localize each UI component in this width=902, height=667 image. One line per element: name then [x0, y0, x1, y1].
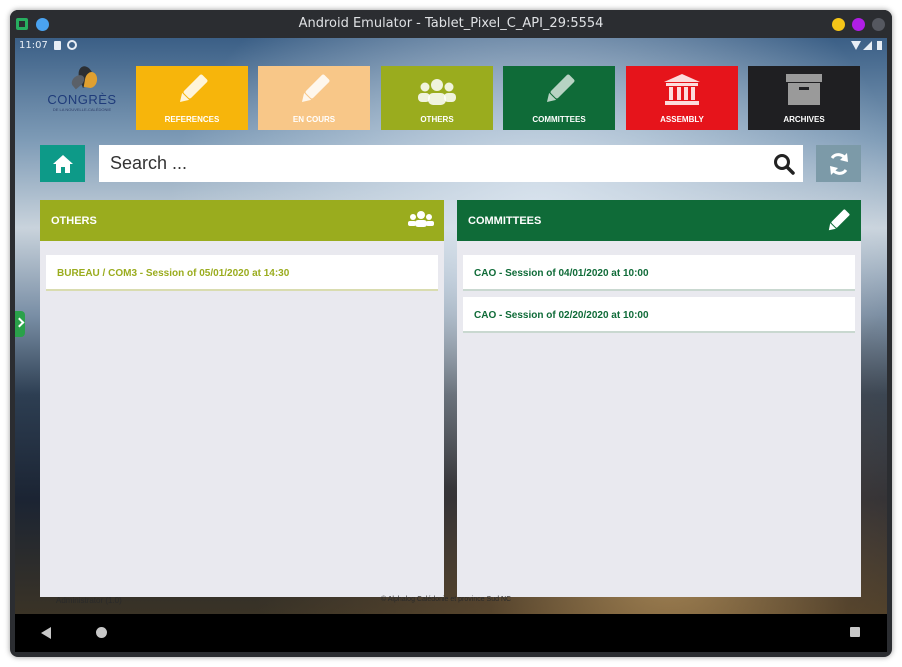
wifi-icon: [851, 41, 861, 50]
bank-icon: [664, 74, 700, 105]
back-icon[interactable]: [41, 627, 51, 639]
list-item[interactable]: CAO - Session of 04/01/2020 at 10:00: [463, 255, 855, 291]
tile-label: OTHERS: [420, 115, 454, 124]
bird-logo-icon: [65, 64, 99, 90]
search-input[interactable]: [99, 145, 749, 182]
tile-others[interactable]: OTHERS: [381, 66, 493, 130]
tile-label: ARCHIVES: [783, 115, 825, 124]
home-icon: [52, 154, 73, 173]
archive-icon: [786, 74, 822, 105]
home-button[interactable]: [40, 145, 85, 182]
android-statusbar: 11:07: [15, 38, 887, 54]
minimize-button[interactable]: [832, 18, 845, 31]
tile-committees[interactable]: COMMITTEES: [503, 66, 615, 130]
pencil-icon: [546, 74, 575, 103]
refresh-button[interactable]: [816, 145, 861, 182]
android-navbar: [15, 614, 887, 652]
window-titlebar: Android Emulator - Tablet_Pixel_C_API_29…: [10, 10, 892, 38]
recents-icon[interactable]: [850, 627, 860, 637]
emulator-window: Android Emulator - Tablet_Pixel_C_API_29…: [10, 10, 892, 657]
drawer-toggle-tab[interactable]: [15, 311, 25, 337]
search-icon[interactable]: [773, 153, 795, 175]
tile-references[interactable]: REFERENCES: [136, 66, 248, 130]
tile-en-cours[interactable]: EN COURS: [258, 66, 370, 130]
close-button[interactable]: [872, 18, 885, 31]
android-screen: 11:07 CONGRÈS DE LA NOUVELLE-CALÉDONIE R…: [15, 38, 887, 614]
sd-card-icon: [54, 41, 61, 50]
users-icon: [408, 211, 434, 227]
signal-icon: [863, 41, 872, 50]
pencil-icon: [179, 74, 208, 103]
footer-copyright: © Alphalog Calédonie et province Sud NC: [381, 596, 512, 603]
committees-panel: COMMITTEES CAO - Session of 04/01/2020 a…: [457, 200, 861, 597]
congres-logo: CONGRÈS DE LA NOUVELLE-CALÉDONIE: [47, 64, 117, 120]
logo-subtitle: DE LA NOUVELLE-CALÉDONIE: [52, 107, 112, 112]
pencil-icon: [828, 209, 850, 231]
others-panel: OTHERS BUREAU / COM3 - Session of 05/01/…: [40, 200, 444, 597]
committees-panel-header: COMMITTEES: [457, 200, 861, 241]
others-panel-title: OTHERS: [51, 215, 97, 227]
list-item[interactable]: CAO - Session of 02/20/2020 at 10:00: [463, 297, 855, 333]
footer-user: Administrator (1.0): [56, 596, 122, 605]
tile-label: ASSEMBLY: [660, 115, 704, 124]
battery-icon: [877, 41, 882, 50]
status-time: 11:07: [19, 40, 48, 51]
sync-icon: [67, 40, 77, 50]
committees-panel-title: COMMITTEES: [468, 215, 542, 227]
others-panel-header: OTHERS: [40, 200, 444, 241]
logo-name: CONGRÈS: [47, 92, 117, 107]
tile-label: REFERENCES: [164, 115, 220, 124]
search-bar: [99, 145, 803, 182]
nav-home-icon[interactable]: [96, 627, 107, 638]
tile-archives[interactable]: ARCHIVES: [748, 66, 860, 130]
pencil-icon: [301, 74, 330, 103]
window-title: Android Emulator - Tablet_Pixel_C_API_29…: [298, 16, 604, 31]
tile-label: EN COURS: [292, 115, 336, 124]
refresh-icon: [829, 152, 848, 175]
maximize-button[interactable]: [852, 18, 865, 31]
list-item[interactable]: BUREAU / COM3 - Session of 05/01/2020 at…: [46, 255, 438, 291]
tile-assembly[interactable]: ASSEMBLY: [626, 66, 738, 130]
users-icon: [418, 79, 456, 105]
tile-label: COMMITTEES: [532, 115, 586, 124]
